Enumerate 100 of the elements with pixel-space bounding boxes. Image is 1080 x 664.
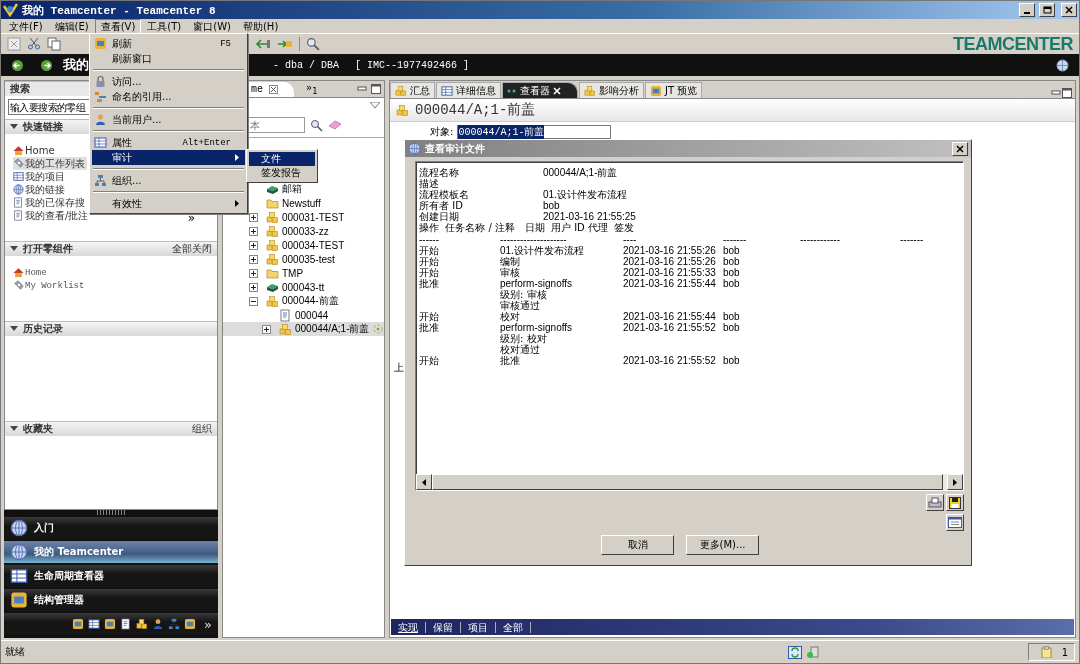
editor-tab[interactable]: 详细信息	[436, 82, 501, 98]
server-id: [ IMC--1977492466 ]	[355, 59, 470, 71]
application-label: 入门	[34, 521, 54, 535]
section-title: 搜索	[10, 82, 30, 96]
dialog-button[interactable]: 取消	[601, 535, 674, 555]
item-label: My Worklist	[25, 280, 85, 291]
more-applications[interactable]: »	[204, 616, 212, 632]
menu-item[interactable]: 文件(F)	[3, 18, 49, 34]
action-cell-text: 开始	[419, 267, 440, 278]
tree-item[interactable]: 000043-tt	[223, 280, 384, 294]
menu-label: 刷新	[112, 36, 132, 51]
menu-item[interactable]: 编辑(E)	[48, 18, 95, 34]
editor-tab[interactable]: 影响分析	[579, 82, 644, 98]
tree-item[interactable]: 000035-test	[223, 252, 384, 266]
clipboard-counter[interactable]: 1	[1027, 643, 1075, 661]
editor-tab[interactable]: JT 预览	[645, 82, 703, 98]
quick-link[interactable]: 我的已保存搜	[13, 196, 87, 209]
link-label: 我的工作列表	[25, 156, 85, 171]
menu-entry[interactable]: 签发报告	[249, 166, 315, 180]
tree-item[interactable]: 000044-前盖	[223, 294, 384, 308]
menu-entry[interactable]: 文件	[249, 152, 315, 166]
tree-label: 000034-TEST	[282, 239, 345, 251]
application-tab[interactable]: 入门	[4, 517, 218, 539]
quick-link[interactable]: 我的链接	[13, 183, 67, 196]
link-label: 我的查看/批注	[25, 208, 89, 223]
application-tab[interactable]: 生命周期查看器	[4, 565, 218, 587]
menu-item[interactable]: 工具(T)	[141, 18, 188, 34]
tree-label: 000044/A;1-前盖	[295, 322, 370, 336]
more-link[interactable]: »	[187, 212, 195, 224]
quick-link[interactable]: Home	[13, 144, 57, 157]
menu-entry[interactable]: 属性 Alt+Enter	[92, 135, 245, 150]
tab-label: 详细信息	[456, 83, 496, 98]
tab-label: 汇总	[410, 83, 430, 98]
task-cell-text: 审核	[500, 267, 521, 278]
menu-label: 有效性	[112, 196, 142, 211]
filter-tab[interactable]: 全部	[496, 621, 531, 633]
editor-tab[interactable]: 汇总	[390, 82, 435, 98]
rule-text: ------	[419, 234, 440, 245]
filter-tab[interactable]: 实现	[391, 621, 426, 633]
user-cell-text: bob	[723, 245, 741, 256]
tree-label: TMP	[282, 267, 304, 279]
field-value: bob	[543, 200, 561, 211]
user-cell-text: bob	[723, 322, 741, 333]
field-label: 上	[394, 362, 404, 373]
menu-item[interactable]: 帮助(H)	[236, 18, 285, 34]
close-all-link[interactable]: 全部关闭	[172, 242, 212, 256]
application-tab[interactable]: 我的 Teamcenter	[4, 541, 218, 563]
user-cell-text: bob	[723, 278, 741, 289]
tree-item[interactable]: 000031-TEST	[223, 210, 384, 224]
date-cell-text: 2021-03-16 21:55:52	[623, 355, 717, 366]
section-title: 收藏夹	[23, 422, 53, 436]
menu-item[interactable]: 窗口(W)	[187, 18, 237, 34]
field-label: 所有者 ID	[419, 200, 464, 211]
tree-item[interactable]: 000044	[223, 308, 384, 322]
menu-entry[interactable]: 审计	[92, 150, 245, 165]
note-cell-text: 审核通过	[500, 300, 541, 311]
application-label: 结构管理器	[34, 593, 84, 607]
tab-label: 查看器	[520, 83, 550, 98]
rule-text: --------------------	[500, 234, 568, 245]
filter-tab[interactable]: 保留	[426, 621, 461, 633]
tab-label: me	[251, 83, 263, 95]
filter-tab[interactable]: 项目	[461, 621, 496, 633]
task-cell-text: 01.设计件发布流程	[500, 245, 585, 256]
field-value: 000044/A;1-前盖	[543, 167, 619, 178]
menu-label: 访问...	[112, 74, 142, 89]
overflow-tabs[interactable]: »$_{1}$	[306, 82, 318, 96]
tree-item[interactable]: 000033-zz	[223, 224, 384, 238]
open-item[interactable]: My Worklist	[13, 279, 87, 292]
quick-link[interactable]: 我的查看/批注	[13, 209, 91, 222]
menu-entry[interactable]: 刷新 F5	[92, 36, 245, 51]
tree-item[interactable]: 000034-TEST	[223, 238, 384, 252]
menu-label: 刷新窗口	[112, 51, 152, 66]
tab-label: 影响分析	[599, 83, 639, 98]
column-header: 操作 任务名称 / 注释 日期 用户 ID 代理 签发	[419, 222, 636, 234]
tree-item[interactable]: TMP	[223, 266, 384, 280]
action-cell-text: 批准	[419, 322, 440, 333]
editor-tab[interactable]: 查看器	[502, 82, 578, 98]
status-text: 就绪	[5, 645, 25, 659]
application-label: 生命周期查看器	[34, 569, 104, 583]
editor-title: 000044/A;1-前盖	[415, 101, 536, 119]
menu-entry[interactable]: 刷新窗口	[92, 51, 245, 66]
open-item[interactable]: Home	[13, 266, 49, 279]
tree-label: Newstuff	[282, 197, 321, 209]
dialog-button[interactable]: 更多(M)...	[686, 535, 759, 555]
note-cell-text: 级别: 审核	[500, 289, 548, 300]
date-cell-text: 2021-03-16 21:55:44	[623, 278, 717, 289]
window-title: 我的 Teamcenter - Teamcenter 8	[22, 3, 216, 18]
menu-label: 属性	[112, 135, 132, 150]
application-tab[interactable]: 结构管理器	[4, 589, 218, 611]
quick-link[interactable]: 我的项目	[13, 170, 67, 183]
tab-label: JT 预览	[665, 83, 698, 98]
menu-label: 组织...	[112, 173, 142, 188]
tree-label: 000035-test	[282, 253, 335, 265]
organize-link[interactable]: 组织	[192, 422, 212, 436]
item-label: Home	[25, 267, 47, 278]
tree-item[interactable]: 000044/A;1-前盖	[223, 322, 384, 336]
field-label: 流程名称	[419, 167, 460, 178]
field-label: 流程模板名	[419, 189, 470, 200]
quick-link[interactable]: 我的工作列表	[13, 157, 87, 170]
field-label: 描述	[419, 178, 440, 189]
